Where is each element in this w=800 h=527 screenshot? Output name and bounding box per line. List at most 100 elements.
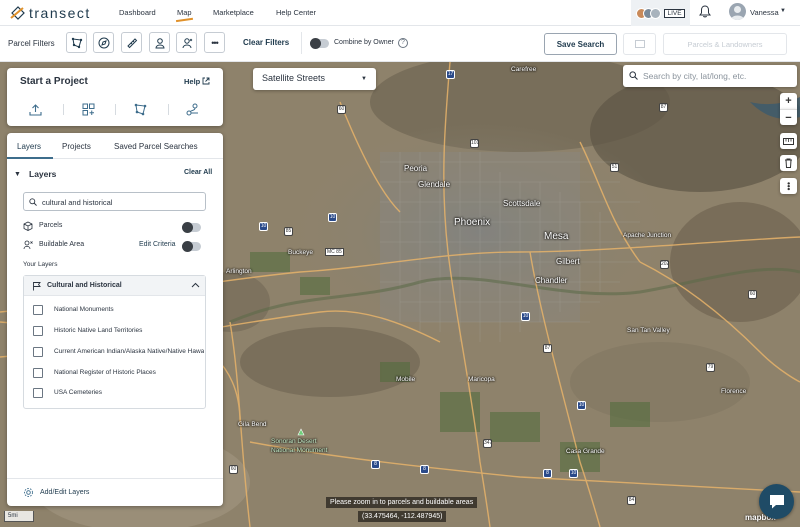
parcel-cube-icon	[23, 221, 33, 231]
user-avatar[interactable]	[729, 3, 746, 20]
active-tab-indicator	[7, 157, 53, 159]
map-search-input[interactable]	[643, 69, 791, 83]
external-link-icon	[202, 77, 210, 85]
highway-shield: 87	[543, 344, 552, 353]
add-edit-layers-button[interactable]: Add/Edit Layers	[40, 489, 89, 496]
map-place-label: Glendale	[418, 180, 451, 189]
trash-icon	[785, 158, 792, 168]
start-project-panel: Start a Project Help	[7, 68, 223, 126]
layer-group-header[interactable]: Cultural and Historical	[24, 276, 205, 296]
highway-shield: 87	[659, 103, 668, 112]
highway-shield: 60	[229, 465, 238, 474]
help-link-label: Help	[184, 77, 201, 86]
ruler-filter-icon	[126, 37, 137, 48]
add-parcels-icon[interactable]	[81, 102, 95, 116]
collaborator-avatar	[650, 7, 662, 19]
buildable-area-label: Buildable Area	[39, 241, 85, 248]
highway-shield: 79	[706, 363, 715, 372]
highway-shield: 17	[446, 70, 455, 79]
transect-logo[interactable]: transect	[10, 5, 110, 21]
more-options-button[interactable]: •••	[780, 178, 797, 194]
highway-shield: 10	[577, 401, 586, 410]
export-button[interactable]	[623, 33, 656, 55]
layer-checkbox[interactable]	[33, 305, 43, 315]
more-filters-button[interactable]: •••	[204, 32, 225, 53]
highway-shield: 10	[328, 213, 337, 222]
clear-filters-button[interactable]: Clear Filters	[243, 38, 289, 47]
chat-bubble-icon	[769, 495, 784, 509]
zoom-out-button[interactable]: −	[780, 109, 797, 125]
tab-saved-parcel-searches[interactable]: Saved Parcel Searches	[114, 142, 198, 151]
highway-shield: 101	[470, 139, 480, 148]
parcel-filters-label: Parcel Filters	[8, 39, 55, 48]
buildable-area-toggle[interactable]	[182, 241, 201, 252]
bell-icon[interactable]	[699, 5, 711, 20]
live-collaborators[interactable]: LIVE	[631, 0, 690, 26]
zoom-in-button[interactable]: +	[780, 93, 797, 109]
layer-checkbox[interactable]	[33, 368, 43, 378]
combine-by-owner-toggle[interactable]	[310, 38, 329, 49]
map-place-label: Buckeye	[288, 249, 313, 256]
measure-button[interactable]	[780, 133, 797, 149]
divider	[301, 32, 302, 54]
nav-dashboard-link[interactable]: Dashboard	[119, 8, 156, 17]
tab-layers[interactable]: Layers	[17, 142, 41, 151]
ruler-icon	[783, 137, 794, 145]
live-badge: LIVE	[664, 8, 685, 18]
nav-map-link[interactable]: Map	[177, 8, 192, 17]
highway-shield: 10	[569, 469, 578, 478]
delete-drawing-button[interactable]	[780, 155, 797, 171]
help-circle-icon[interactable]: ?	[398, 38, 408, 48]
divider	[63, 104, 64, 115]
kebab-icon: •••	[784, 181, 793, 191]
minus-icon: −	[785, 111, 792, 124]
layer-checkbox[interactable]	[33, 388, 43, 398]
nav-help-center-link[interactable]: Help Center	[276, 8, 316, 17]
draw-polygon-icon[interactable]	[133, 102, 147, 116]
start-project-title: Start a Project	[20, 76, 88, 87]
combine-by-owner-label: Combine by Owner	[334, 39, 394, 46]
parcels-landowners-button[interactable]: Parcels & Landowners	[663, 33, 787, 55]
polygon-filter-button[interactable]	[66, 32, 87, 53]
owner-filter-button[interactable]	[149, 32, 170, 53]
ruler-filter-button[interactable]	[121, 32, 142, 53]
chat-button[interactable]	[759, 484, 794, 519]
layer-search-box[interactable]	[23, 192, 206, 211]
highway-shield: 10	[521, 312, 530, 321]
map-search-box[interactable]	[623, 65, 797, 87]
flag-icon	[32, 281, 41, 293]
highway-shield: 347	[483, 439, 493, 448]
help-link[interactable]: Help	[184, 77, 210, 86]
map-style-select[interactable]: Satellite Streets ▼	[253, 68, 376, 90]
county-road-shield: MC 85	[325, 248, 344, 256]
highway-shield: 84	[627, 496, 636, 505]
nav-marketplace-link[interactable]: Marketplace	[213, 8, 254, 17]
parcels-layer-toggle[interactable]	[182, 222, 201, 233]
map-scale-bar: 5mi	[4, 511, 34, 522]
chevron-up-icon[interactable]	[191, 281, 200, 292]
gear-icon[interactable]	[23, 487, 34, 500]
save-search-button[interactable]: Save Search	[544, 33, 617, 55]
map-place-label: Scottsdale	[503, 199, 541, 208]
edit-criteria-link[interactable]: Edit Criteria	[139, 241, 176, 248]
search-icon	[29, 198, 37, 208]
highway-shield: 8	[543, 469, 552, 478]
chevron-down-icon[interactable]: ▼	[780, 8, 786, 14]
clear-all-button[interactable]: Clear All	[184, 169, 212, 176]
layer-search-input[interactable]	[42, 196, 202, 208]
compass-filter-button[interactable]	[93, 32, 114, 53]
chevron-down-icon[interactable]: ▼	[14, 171, 21, 178]
upload-icon[interactable]	[28, 102, 42, 116]
map-place-label: Casa Grande	[566, 448, 605, 455]
user-name[interactable]: Vanessa	[750, 8, 779, 17]
layer-checkbox[interactable]	[33, 347, 43, 357]
search-icon	[629, 71, 638, 82]
map-place-label: Arlington	[226, 268, 252, 275]
map-place-label: Phoenix	[454, 217, 491, 228]
compass-filter-icon	[98, 37, 109, 48]
draw-route-icon[interactable]	[185, 102, 199, 116]
tab-projects[interactable]: Projects	[62, 142, 91, 151]
layer-checkbox[interactable]	[33, 326, 43, 336]
map-style-value: Satellite Streets	[262, 73, 326, 83]
user-group-filter-button[interactable]	[176, 32, 197, 53]
